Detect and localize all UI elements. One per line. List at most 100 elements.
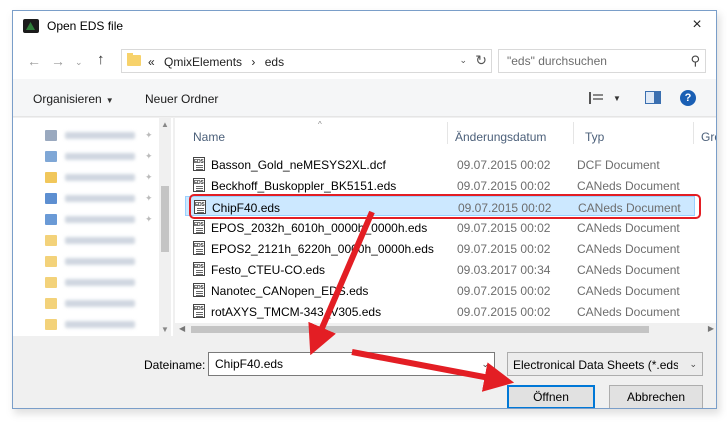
horizontal-scrollbar[interactable]: ◀ ▶ — [175, 323, 716, 336]
nav-item-blurred[interactable] — [33, 252, 163, 272]
file-type: CANeds Document — [577, 242, 680, 256]
pin-icon: ✦ — [145, 193, 153, 203]
file-date: 09.07.2015 00:02 — [457, 179, 551, 193]
folder-icon — [45, 319, 57, 330]
address-bar[interactable]: « QmixElements › eds ⌄ ↻ — [121, 49, 492, 73]
scroll-right-icon[interactable]: ▶ — [708, 324, 714, 333]
network-icon — [45, 193, 57, 204]
breadcrumb-item-qmixelements[interactable]: QmixElements — [164, 55, 242, 69]
dialog-footer: Dateiname: ⌄ Electronical Data Sheets (*… — [13, 336, 716, 408]
window-title: Open EDS file — [47, 19, 124, 33]
file-row[interactable]: EPOS2_2121h_6220h_0000h_0000h.eds 09.07.2… — [185, 238, 695, 258]
open-file-dialog: Open EDS file × ← → ⌄ ↑ « QmixElements ›… — [12, 10, 717, 409]
nav-item-blurred[interactable]: ✦ — [33, 126, 163, 146]
annotation-highlight-box — [189, 194, 701, 219]
navigation-pane-scrollbar[interactable]: ▲ ▼ — [159, 118, 171, 336]
file-row[interactable]: rotAXYS_TMCM-343_V305.eds 09.07.2015 00:0… — [185, 301, 695, 321]
breadcrumb: « QmixElements › eds — [148, 55, 290, 69]
file-name: EPOS2_2121h_6220h_0000h_0000h.eds — [211, 242, 434, 256]
scrollbar-thumb[interactable] — [161, 186, 169, 252]
column-headers: ^ Name Änderungsdatum Typ Grö — [175, 118, 716, 146]
breadcrumb-overflow[interactable]: « — [148, 55, 155, 69]
file-row[interactable]: Basson_Gold_neMESYS2XL.dcf 09.07.2015 00:… — [185, 154, 695, 174]
filename-combobox[interactable]: ⌄ — [208, 352, 495, 376]
file-type: CANeds Document — [577, 179, 680, 193]
nav-item-blurred[interactable]: ✦ — [33, 189, 163, 209]
nav-item-blurred[interactable] — [33, 273, 163, 293]
breadcrumb-separator[interactable]: › — [251, 55, 255, 69]
nav-item-blurred[interactable] — [33, 315, 163, 335]
folder-icon — [45, 235, 57, 246]
up-arrow-icon[interactable]: ↑ — [97, 51, 105, 68]
column-header-size[interactable]: Grö — [701, 130, 716, 144]
new-folder-button[interactable]: Neuer Ordner — [145, 92, 218, 106]
address-dropdown-chevron-icon[interactable]: ⌄ — [459, 55, 467, 66]
file-row[interactable]: EPOS_2032h_6010h_0000h_0000h.eds 09.07.20… — [185, 217, 695, 237]
filename-input[interactable] — [209, 353, 469, 375]
file-row[interactable]: Beckhoff_Buskoppler_BK5151.eds 09.07.2015… — [185, 175, 695, 195]
organize-label: Organisieren — [33, 92, 102, 106]
back-arrow-icon[interactable]: ← — [27, 53, 41, 69]
eds-file-icon — [193, 157, 205, 171]
filename-dropdown-icon[interactable]: ⌄ — [481, 359, 489, 370]
breadcrumb-item-eds[interactable]: eds — [265, 55, 284, 69]
folder-icon — [45, 298, 57, 309]
organize-button[interactable]: Organisieren ▼ — [33, 92, 114, 106]
column-header-type[interactable]: Typ — [585, 130, 604, 144]
pin-icon: ✦ — [145, 151, 153, 161]
search-icon[interactable]: ⚲ — [690, 53, 700, 69]
scroll-down-icon[interactable]: ▼ — [161, 325, 169, 334]
view-options-icon[interactable] — [589, 92, 603, 104]
file-type-filter-select[interactable]: Electronical Data Sheets (*.eds * ⌄ — [507, 352, 703, 376]
command-toolbar: Organisieren ▼ Neuer Ordner ▼ ? — [13, 79, 716, 117]
close-icon[interactable]: × — [686, 15, 708, 35]
file-name: rotAXYS_TMCM-343_V305.eds — [211, 305, 382, 319]
file-type: CANeds Document — [577, 221, 680, 235]
drive-icon — [45, 214, 57, 225]
search-input[interactable] — [499, 50, 669, 72]
file-date: 09.07.2015 00:02 — [457, 221, 551, 235]
file-name: Beckhoff_Buskoppler_BK5151.eds — [211, 179, 397, 193]
eds-file-icon — [193, 304, 205, 318]
nav-item-blurred[interactable] — [33, 231, 163, 251]
folder-icon — [127, 53, 141, 66]
pin-icon: ✦ — [145, 130, 153, 140]
refresh-icon[interactable]: ↻ — [475, 52, 487, 69]
title-bar: Open EDS file × — [13, 11, 716, 41]
scroll-up-icon[interactable]: ▲ — [161, 120, 169, 129]
file-name: Nanotec_CANopen_EDS.eds — [211, 284, 369, 298]
file-name: EPOS_2032h_6010h_0000h_0000h.eds — [211, 221, 428, 235]
file-list: ^ Name Änderungsdatum Typ Grö Basson_Gol… — [175, 118, 716, 336]
file-type: CANeds Document — [577, 284, 680, 298]
open-button[interactable]: Öffnen — [507, 385, 595, 408]
file-type-filter-value: Electronical Data Sheets (*.eds * — [513, 358, 678, 372]
file-row[interactable]: Festo_CTEU-CO.eds 09.03.2017 00:34 CANeds … — [185, 259, 695, 279]
file-type: CANeds Document — [577, 263, 680, 277]
column-header-name[interactable]: Name — [193, 130, 225, 144]
pin-icon: ✦ — [145, 214, 153, 224]
nav-item-blurred[interactable]: ✦ — [33, 210, 163, 230]
eds-file-icon — [193, 262, 205, 276]
nav-item-blurred[interactable]: ✦ — [33, 147, 163, 167]
app-icon — [23, 19, 39, 33]
recent-locations-chevron-icon[interactable]: ⌄ — [75, 57, 83, 68]
eds-file-icon — [193, 178, 205, 192]
scroll-left-icon[interactable]: ◀ — [179, 324, 185, 333]
eds-file-icon — [193, 241, 205, 255]
pin-icon: ✦ — [145, 172, 153, 182]
search-box[interactable]: ⚲ — [498, 49, 706, 73]
scrollbar-thumb[interactable] — [191, 326, 649, 333]
help-icon[interactable]: ? — [680, 90, 696, 106]
nav-item-blurred[interactable] — [33, 294, 163, 314]
folder-icon — [45, 256, 57, 267]
cancel-button[interactable]: Abbrechen — [609, 385, 703, 408]
eds-file-icon — [193, 283, 205, 297]
preview-pane-icon[interactable] — [645, 91, 661, 104]
nav-item-blurred[interactable]: ✦ — [33, 168, 163, 188]
file-row[interactable]: Nanotec_CANopen_EDS.eds 09.07.2015 00:02 C… — [185, 280, 695, 300]
file-name: Festo_CTEU-CO.eds — [211, 263, 326, 277]
filter-dropdown-icon[interactable]: ⌄ — [689, 359, 697, 370]
forward-arrow-icon[interactable]: → — [51, 53, 65, 69]
view-options-dropdown-icon[interactable]: ▼ — [613, 94, 621, 103]
column-header-date[interactable]: Änderungsdatum — [455, 130, 546, 144]
